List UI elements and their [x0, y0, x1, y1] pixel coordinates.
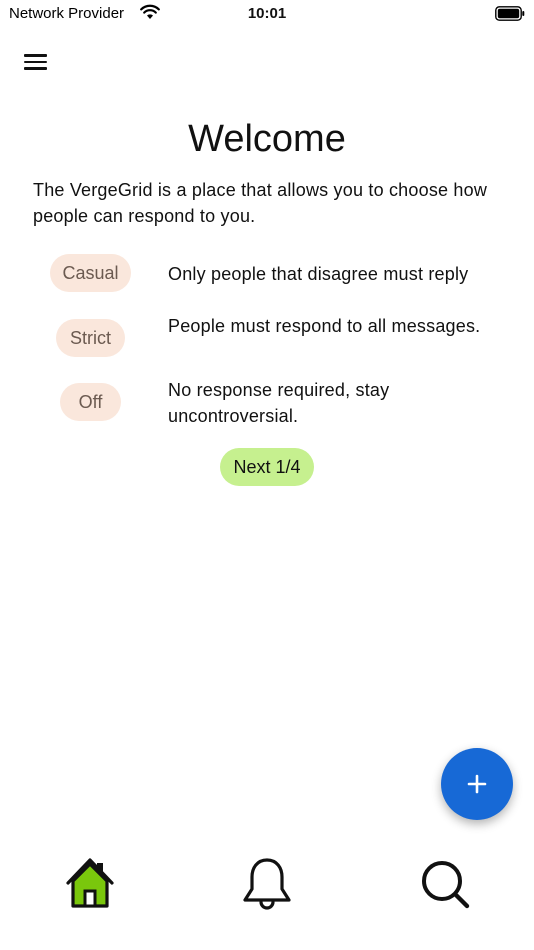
- plus-icon: [467, 774, 487, 794]
- home-icon: [66, 858, 114, 908]
- strict-button[interactable]: Strict: [56, 319, 125, 357]
- menu-line: [24, 54, 47, 57]
- nav-search[interactable]: [415, 854, 475, 914]
- menu-line: [24, 60, 47, 63]
- casual-button[interactable]: Casual: [50, 254, 131, 292]
- off-button[interactable]: Off: [60, 383, 121, 421]
- next-button[interactable]: Next 1/4: [220, 448, 314, 486]
- menu-line: [24, 67, 47, 70]
- search-icon: [422, 861, 470, 909]
- off-description: No response required, stay uncontroversi…: [168, 380, 390, 426]
- nav-notifications[interactable]: [237, 854, 297, 914]
- casual-description: Only people that disagree must reply: [168, 264, 469, 284]
- intro-text: The VergeGrid is a place that allows you…: [33, 180, 488, 226]
- status-time: 10:01: [247, 5, 287, 22]
- bottom-nav: [0, 840, 534, 950]
- page-title: Welcome: [188, 118, 346, 160]
- hamburger-menu-icon[interactable]: [22, 50, 50, 76]
- strict-description: People must respond to all messages.: [168, 316, 481, 336]
- bell-icon: [243, 858, 291, 910]
- status-bar: Network Provider 10:01: [0, 0, 534, 28]
- nav-home[interactable]: [60, 854, 120, 914]
- battery-icon: [495, 6, 525, 21]
- add-button[interactable]: [441, 748, 513, 820]
